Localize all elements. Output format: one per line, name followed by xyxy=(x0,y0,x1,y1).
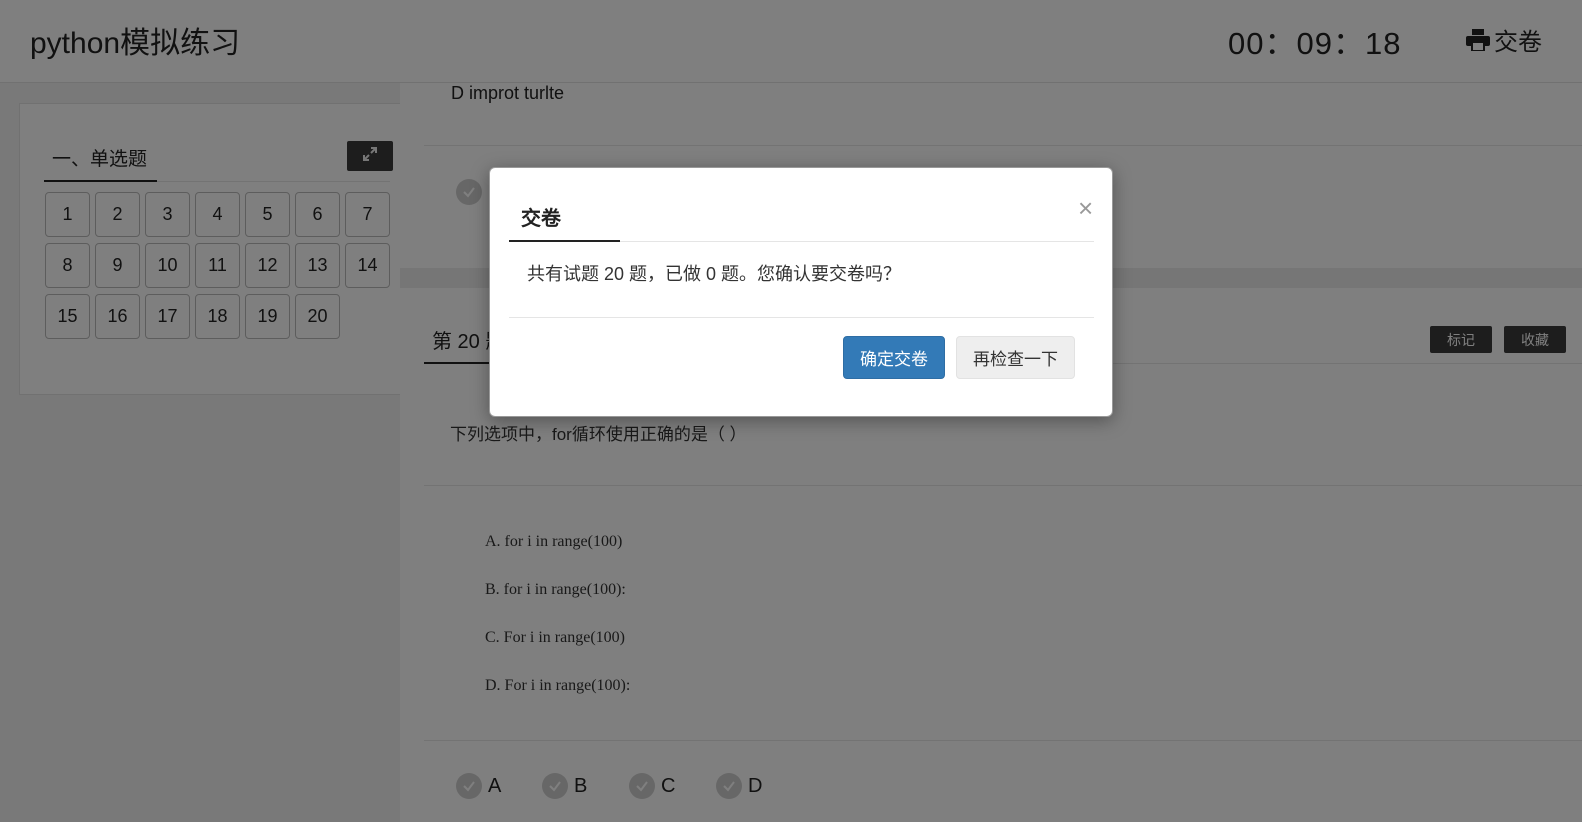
dialog-message: 共有试题 20 题，已做 0 题。您确认要交卷吗？ xyxy=(527,264,902,284)
dialog-title: 交卷 xyxy=(509,168,620,242)
divider xyxy=(509,317,1094,318)
close-icon[interactable]: × xyxy=(1078,195,1093,221)
confirm-submit-button[interactable]: 确定交卷 xyxy=(843,336,945,379)
dialog-header: 交卷 xyxy=(509,168,1094,242)
submit-confirm-dialog: 交卷 共有试题 20 题，已做 0 题。您确认要交卷吗？ 确定交卷 再检查一下 xyxy=(489,167,1113,417)
recheck-button[interactable]: 再检查一下 xyxy=(956,336,1075,379)
